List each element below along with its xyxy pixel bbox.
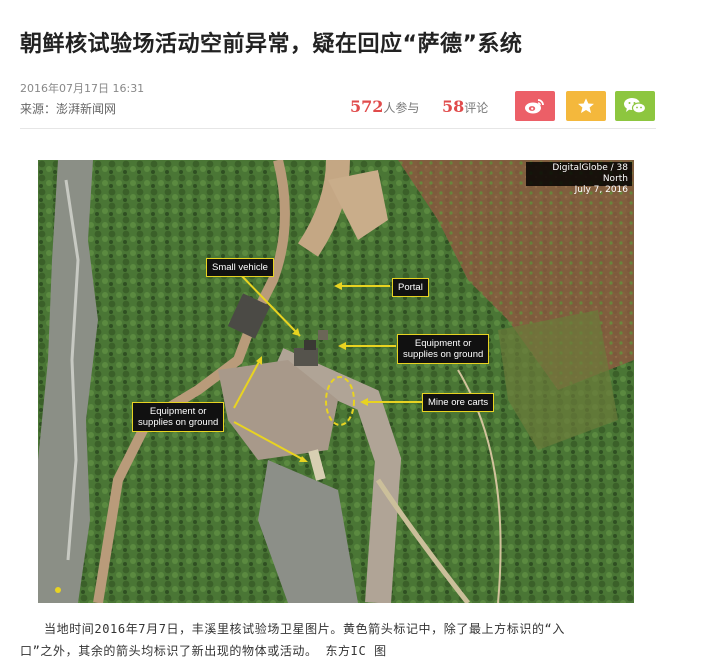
publish-date: 2016年07月17日 16:31: [20, 82, 145, 95]
share-wechat-button[interactable]: [615, 91, 655, 121]
weibo-icon: [525, 99, 544, 114]
label-equipment-left-line2: supplies on ground: [138, 417, 219, 428]
article-title: 朝鲜核试验场活动空前异常，疑在回应“萨德”系统: [20, 32, 523, 57]
satellite-image: [38, 160, 634, 603]
image-caption: 当地时间2016年7月7日，丰溪里核试验场卫星图片。黄色箭头标记中，除了最上方标…: [20, 618, 664, 662]
participants-label: 人参与: [383, 101, 420, 115]
comments-stat[interactable]: 58评论: [442, 97, 488, 116]
star-icon: [578, 98, 594, 114]
favorite-button[interactable]: [566, 91, 606, 121]
image-credit: DigitalGlobe / 38 North July 7, 2016: [526, 162, 632, 195]
article-source[interactable]: 来源：澎湃新闻网: [20, 100, 116, 117]
label-mine-ore-carts: Mine ore carts: [422, 393, 495, 412]
comments-label: 评论: [464, 101, 489, 115]
label-equipment-right-line1: Equipment or: [414, 338, 472, 349]
image-credit-date: July 7, 2016: [574, 185, 628, 195]
label-equipment-right-line2: supplies on ground: [403, 349, 484, 360]
caption-line-1: 当地时间2016年7月7日，丰溪里核试验场卫星图片。黄色箭头标记中，除了最上方标…: [44, 622, 565, 636]
label-portal: Portal: [392, 278, 429, 297]
comments-count: 58: [442, 97, 465, 116]
wechat-icon: [624, 98, 647, 114]
share-weibo-button[interactable]: [515, 91, 555, 121]
label-equipment-left: Equipment or supplies on ground: [132, 402, 225, 432]
label-small-vehicle: Small vehicle: [206, 258, 274, 277]
participants-stat[interactable]: 572人参与: [350, 97, 419, 116]
image-credit-source: DigitalGlobe / 38 North: [552, 163, 628, 184]
header-divider: [20, 128, 656, 129]
participants-count: 572: [350, 97, 384, 116]
label-equipment-left-line1: Equipment or: [149, 406, 207, 417]
label-equipment-right: Equipment or supplies on ground: [397, 334, 490, 364]
caption-line-2: 口”之外，其余的箭头均标识了新出现的物体或活动。 东方IC 图: [20, 644, 387, 658]
